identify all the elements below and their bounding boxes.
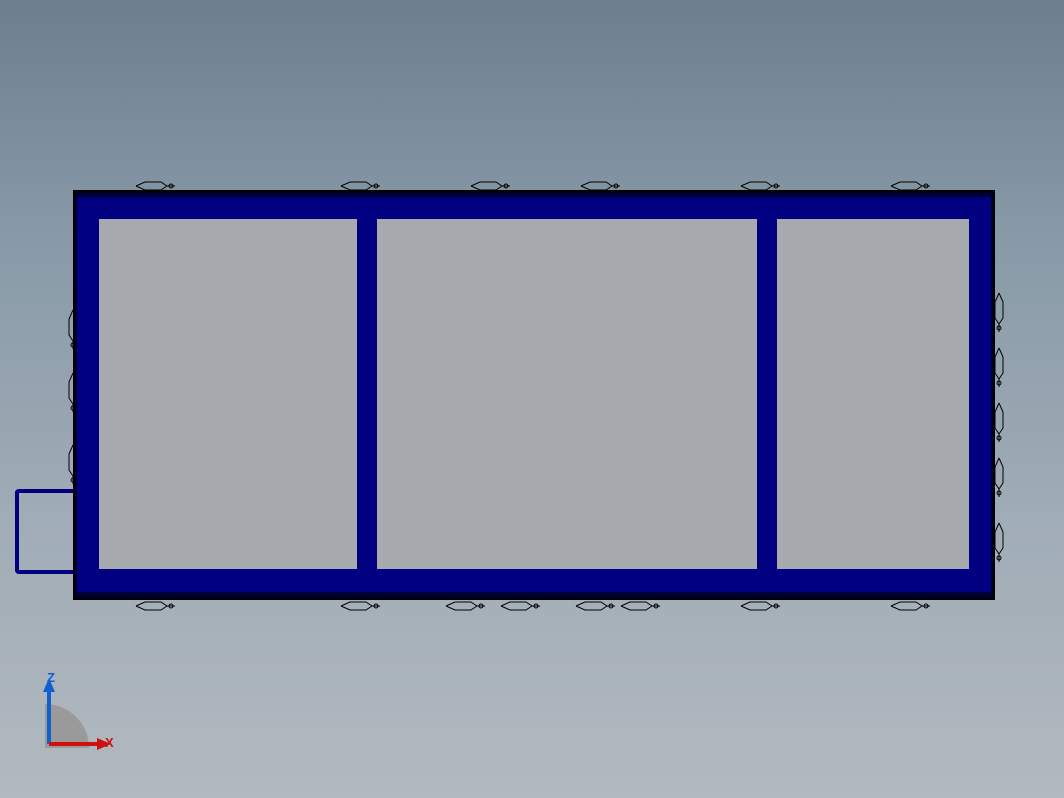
frame-inner [99,219,969,569]
model-container[interactable] [73,185,999,605]
cad-viewport[interactable]: Z X [0,0,1064,798]
panel-3[interactable] [777,219,969,569]
axis-z-label: Z [47,670,55,685]
coordinate-triad[interactable]: Z X [45,670,125,748]
clamp-bot-7 [738,599,783,611]
clamp-bot-2 [338,599,383,611]
handle-bar [15,489,73,574]
clamp-bot-8 [888,599,933,611]
panel-2[interactable] [377,219,757,569]
clamp-bot-3 [443,599,488,611]
clamp-bot-1 [133,599,178,611]
panel-1[interactable] [99,219,357,569]
clamp-bot-5 [573,599,618,611]
clamp-bot-6 [618,599,663,611]
frame-outer[interactable] [77,197,991,592]
axis-x-label: X [105,735,114,750]
clamp-bot-4 [498,599,543,611]
